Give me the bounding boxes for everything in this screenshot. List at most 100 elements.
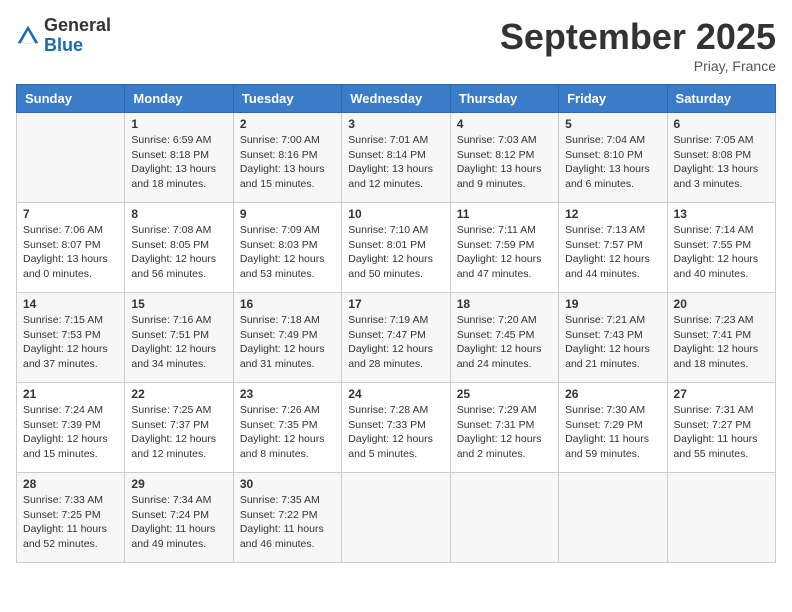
day-content: Sunrise: 7:25 AMSunset: 7:37 PMDaylight:… [131,403,226,462]
calendar-cell: 22Sunrise: 7:25 AMSunset: 7:37 PMDayligh… [125,383,233,473]
day-number: 16 [240,297,335,311]
day-number: 18 [457,297,552,311]
daylight-minutes: and 12 minutes. [131,447,226,462]
sunrise: Sunrise: 7:20 AM [457,313,552,328]
daylight-hours: Daylight: 13 hours [23,252,118,267]
sunrise: Sunrise: 7:21 AM [565,313,660,328]
calendar-cell: 15Sunrise: 7:16 AMSunset: 7:51 PMDayligh… [125,293,233,383]
sunset: Sunset: 7:37 PM [131,418,226,433]
day-content: Sunrise: 7:08 AMSunset: 8:05 PMDaylight:… [131,223,226,282]
sunset: Sunset: 7:25 PM [23,508,118,523]
sunrise: Sunrise: 7:23 AM [674,313,769,328]
calendar-cell: 9Sunrise: 7:09 AMSunset: 8:03 PMDaylight… [233,203,341,293]
daylight-hours: Daylight: 12 hours [457,432,552,447]
day-number: 25 [457,387,552,401]
calendar-week-3: 14Sunrise: 7:15 AMSunset: 7:53 PMDayligh… [17,293,776,383]
calendar-cell: 30Sunrise: 7:35 AMSunset: 7:22 PMDayligh… [233,473,341,563]
calendar-cell [559,473,667,563]
daylight-hours: Daylight: 13 hours [348,162,443,177]
calendar-cell: 12Sunrise: 7:13 AMSunset: 7:57 PMDayligh… [559,203,667,293]
daylight-hours: Daylight: 11 hours [565,432,660,447]
col-header-thursday: Thursday [450,85,558,113]
day-content: Sunrise: 7:14 AMSunset: 7:55 PMDaylight:… [674,223,769,282]
sunset: Sunset: 7:24 PM [131,508,226,523]
calendar-cell: 4Sunrise: 7:03 AMSunset: 8:12 PMDaylight… [450,113,558,203]
daylight-hours: Daylight: 13 hours [457,162,552,177]
day-number: 28 [23,477,118,491]
sunset: Sunset: 8:01 PM [348,238,443,253]
day-number: 19 [565,297,660,311]
daylight-minutes: and 15 minutes. [23,447,118,462]
logo-general-text: General [44,15,111,35]
sunrise: Sunrise: 7:30 AM [565,403,660,418]
sunset: Sunset: 7:53 PM [23,328,118,343]
sunrise: Sunrise: 7:34 AM [131,493,226,508]
day-content: Sunrise: 7:35 AMSunset: 7:22 PMDaylight:… [240,493,335,552]
day-content: Sunrise: 7:03 AMSunset: 8:12 PMDaylight:… [457,133,552,192]
sunset: Sunset: 7:39 PM [23,418,118,433]
daylight-hours: Daylight: 12 hours [23,432,118,447]
day-content: Sunrise: 7:20 AMSunset: 7:45 PMDaylight:… [457,313,552,372]
day-content: Sunrise: 7:31 AMSunset: 7:27 PMDaylight:… [674,403,769,462]
sunrise: Sunrise: 7:10 AM [348,223,443,238]
col-header-saturday: Saturday [667,85,775,113]
day-number: 11 [457,207,552,221]
calendar-cell: 28Sunrise: 7:33 AMSunset: 7:25 PMDayligh… [17,473,125,563]
calendar-cell: 23Sunrise: 7:26 AMSunset: 7:35 PMDayligh… [233,383,341,473]
calendar-cell: 3Sunrise: 7:01 AMSunset: 8:14 PMDaylight… [342,113,450,203]
calendar-week-5: 28Sunrise: 7:33 AMSunset: 7:25 PMDayligh… [17,473,776,563]
sunset: Sunset: 7:35 PM [240,418,335,433]
daylight-hours: Daylight: 12 hours [131,432,226,447]
daylight-minutes: and 44 minutes. [565,267,660,282]
sunrise: Sunrise: 7:18 AM [240,313,335,328]
day-number: 24 [348,387,443,401]
day-content: Sunrise: 7:23 AMSunset: 7:41 PMDaylight:… [674,313,769,372]
daylight-minutes: and 12 minutes. [348,177,443,192]
daylight-hours: Daylight: 12 hours [131,252,226,267]
calendar-cell: 18 Sunrise: 7:20 AMSunset: 7:45 PMDayligh… [450,293,558,383]
sunrise: Sunrise: 7:05 AM [674,133,769,148]
daylight-minutes: and 46 minutes. [240,537,335,552]
sunrise: Sunrise: 7:13 AM [565,223,660,238]
day-number: 26 [565,387,660,401]
calendar-cell [667,473,775,563]
sunset: Sunset: 8:18 PM [131,148,226,163]
day-content: Sunrise: 7:10 AMSunset: 8:01 PMDaylight:… [348,223,443,282]
sunrise: Sunrise: 7:29 AM [457,403,552,418]
sunset: Sunset: 8:12 PM [457,148,552,163]
daylight-hours: Daylight: 13 hours [131,162,226,177]
daylight-minutes: and 40 minutes. [674,267,769,282]
day-number: 15 [131,297,226,311]
sunset: Sunset: 7:27 PM [674,418,769,433]
day-number: 2 [240,117,335,131]
sunset: Sunset: 7:29 PM [565,418,660,433]
daylight-hours: Daylight: 12 hours [348,342,443,357]
day-content: Sunrise: 7:28 AMSunset: 7:33 PMDaylight:… [348,403,443,462]
daylight-minutes: and 56 minutes. [131,267,226,282]
day-content: Sunrise: 7:11 AMSunset: 7:59 PMDaylight:… [457,223,552,282]
daylight-hours: Daylight: 12 hours [23,342,118,357]
calendar-cell: 27Sunrise: 7:31 AMSunset: 7:27 PMDayligh… [667,383,775,473]
sunrise: Sunrise: 7:25 AM [131,403,226,418]
sunrise: Sunrise: 7:35 AM [240,493,335,508]
day-content: Sunrise: 7:18 AMSunset: 7:49 PMDaylight:… [240,313,335,372]
sunset: Sunset: 8:10 PM [565,148,660,163]
daylight-minutes: and 47 minutes. [457,267,552,282]
page-header: General Blue September 2025 Priay, Franc… [16,16,776,74]
sunrise: Sunrise: 7:24 AM [23,403,118,418]
day-number: 1 [131,117,226,131]
calendar-cell: 8Sunrise: 7:08 AMSunset: 8:05 PMDaylight… [125,203,233,293]
daylight-hours: Daylight: 12 hours [348,432,443,447]
day-number: 14 [23,297,118,311]
daylight-hours: Daylight: 11 hours [131,522,226,537]
calendar-cell: 14Sunrise: 7:15 AMSunset: 7:53 PMDayligh… [17,293,125,383]
calendar-header-row: SundayMondayTuesdayWednesdayThursdayFrid… [17,85,776,113]
daylight-hours: Daylight: 11 hours [240,522,335,537]
calendar-cell: 20Sunrise: 7:23 AMSunset: 7:41 PMDayligh… [667,293,775,383]
daylight-minutes: and 15 minutes. [240,177,335,192]
day-number: 12 [565,207,660,221]
calendar-cell [17,113,125,203]
sunset: Sunset: 7:22 PM [240,508,335,523]
logo-icon [16,24,40,48]
month-title: September 2025 [500,16,776,58]
